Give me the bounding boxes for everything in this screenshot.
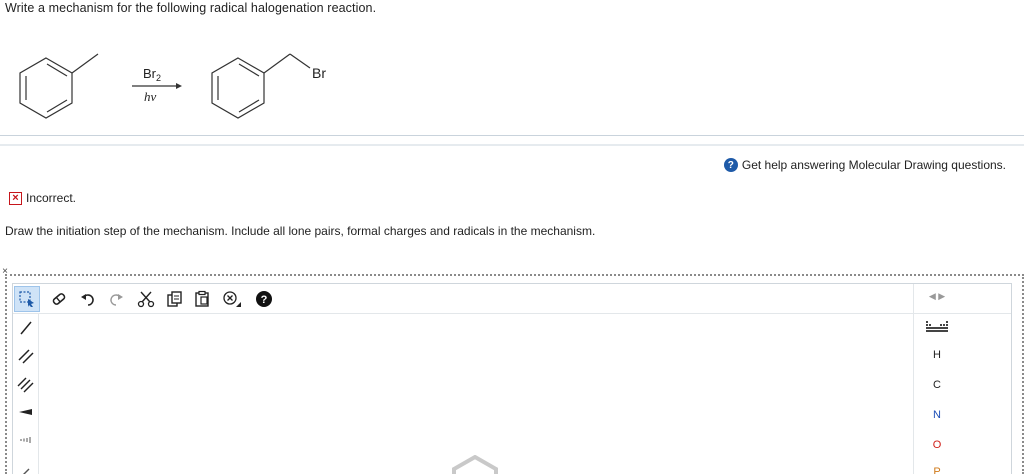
triple-bond-icon — [17, 377, 34, 393]
editor-help-button[interactable]: ? — [251, 286, 277, 312]
reagent-br2: Br2 — [143, 66, 161, 83]
element-h-button[interactable]: H — [914, 344, 960, 366]
help-link-text: Get help answering Molecular Drawing que… — [741, 158, 1006, 172]
bond-toolbar — [13, 314, 39, 474]
reaction-arrow: Br2 hν — [132, 66, 182, 104]
element-c-label: C — [933, 379, 941, 391]
reagent-hv: hν — [144, 89, 157, 104]
molecule-editor: ? ◀ ▶ H C N O P — [12, 283, 1012, 474]
element-h-label: H — [933, 349, 941, 361]
lasso-select-icon — [19, 291, 34, 307]
select-tool-button[interactable] — [14, 286, 40, 312]
element-c-button[interactable]: C — [914, 374, 960, 396]
hash-bond-tool[interactable] — [13, 426, 39, 454]
template-ring-icon — [452, 455, 498, 474]
drawing-canvas[interactable] — [40, 315, 914, 474]
double-bond-icon — [18, 349, 34, 364]
copy-icon — [167, 291, 182, 307]
copy-button[interactable] — [161, 286, 187, 312]
help-circle-icon: ? — [256, 291, 272, 307]
question-prompt: Write a mechanism for the following radi… — [5, 1, 377, 15]
reaction-scheme: Br2 hν Br — [19, 53, 326, 119]
undo-icon — [81, 294, 94, 306]
element-o-label: O — [932, 439, 942, 451]
section-divider — [0, 144, 1024, 146]
question-panel: Write a mechanism for the following radi… — [0, 0, 1024, 136]
single-bond-tool[interactable] — [13, 314, 39, 342]
element-p-label: P — [933, 466, 941, 474]
element-n-button[interactable]: N — [914, 404, 960, 426]
cut-button[interactable] — [133, 286, 159, 312]
eraser-tool-button[interactable] — [46, 286, 72, 312]
element-n-label: N — [933, 409, 941, 421]
redo-button[interactable] — [103, 286, 129, 312]
element-o-button[interactable]: O — [914, 434, 960, 456]
triple-bond-tool[interactable] — [13, 370, 39, 398]
status-incorrect: × Incorrect. — [9, 191, 76, 205]
zoom-button[interactable] — [219, 286, 245, 312]
benzyl-bromide-structure — [211, 53, 311, 119]
toolbar-nav-arrows[interactable]: ◀ ▶ — [914, 291, 960, 302]
status-text: Incorrect. — [26, 191, 77, 205]
double-bond-tool[interactable] — [13, 342, 39, 370]
product-br-label: Br — [312, 65, 326, 81]
instruction-text: Draw the initiation step of the mechanis… — [5, 224, 596, 238]
svg-text:?: ? — [261, 294, 268, 306]
undo-button[interactable] — [75, 286, 101, 312]
eraser-icon — [52, 293, 66, 305]
periodic-table-button[interactable] — [914, 316, 960, 338]
editor-top-toolbar: ? — [13, 284, 1011, 314]
single-bond-icon — [20, 321, 32, 335]
scissors-icon — [137, 291, 155, 308]
element-p-button[interactable]: P — [914, 461, 960, 474]
toluene-structure — [19, 53, 99, 119]
hash-bond-icon — [20, 437, 31, 443]
question-mark-icon: ? — [723, 158, 738, 172]
paste-button[interactable] — [189, 286, 215, 312]
redo-icon — [110, 294, 123, 306]
periodic-table-icon — [926, 321, 948, 332]
more-bond-tools[interactable] — [13, 454, 39, 474]
incorrect-icon: × — [9, 191, 22, 205]
chain-icon — [23, 468, 30, 474]
paste-icon — [195, 290, 209, 307]
zoom-icon — [223, 291, 241, 307]
help-link[interactable]: ? Get help answering Molecular Drawing q… — [723, 158, 1006, 172]
wedge-bond-tool[interactable] — [13, 398, 39, 426]
wedge-bond-icon — [19, 409, 32, 415]
element-toolbar: ◀ ▶ H C N O P — [913, 284, 959, 474]
